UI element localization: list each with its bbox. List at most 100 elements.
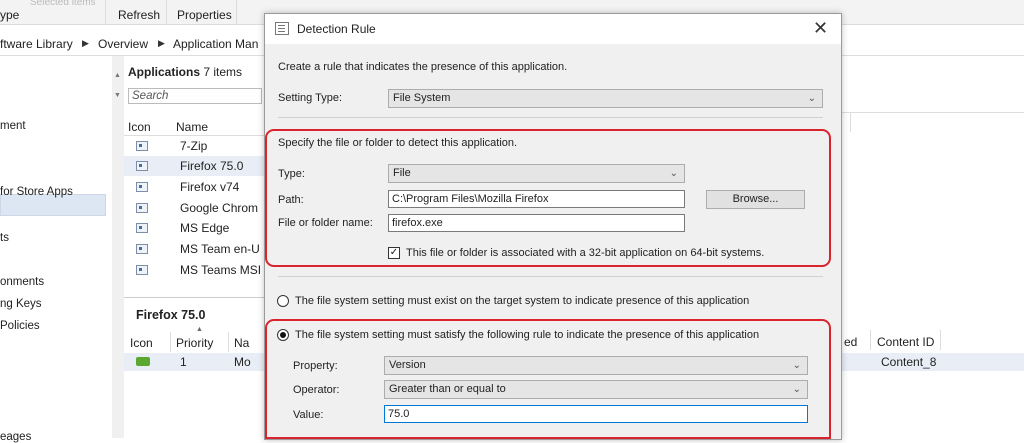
dialog-titlebar[interactable]: Detection Rule ✕ — [265, 14, 841, 44]
column-separator — [940, 330, 941, 350]
setting-type-value: File System — [393, 92, 451, 104]
list-item-name: Firefox 75.0 — [180, 159, 244, 173]
chevron-down-icon: ⌄ — [807, 93, 816, 104]
list-item[interactable]: MS Edge — [124, 218, 264, 238]
application-icon — [136, 182, 148, 192]
column-separator — [850, 112, 851, 132]
breadcrumb-item-overview[interactable]: Overview — [98, 37, 148, 51]
property-value: Version — [389, 359, 426, 371]
nav-item-store-apps[interactable]: for Store Apps — [0, 186, 73, 198]
dialog-intro-text: Create a rule that indicates the presenc… — [278, 61, 568, 73]
ribbon-separator — [166, 0, 167, 24]
list-item[interactable]: 7-Zip — [124, 136, 264, 156]
search-input[interactable]: Search — [128, 88, 262, 104]
right-background-pane: ed Content ID Content_8 — [840, 56, 1024, 438]
filename-label: File or folder name: — [278, 217, 373, 229]
details-column-priority[interactable]: Priority — [176, 336, 213, 350]
chevron-down-icon: ⌄ — [792, 360, 801, 371]
application-icon — [136, 203, 148, 213]
sort-ascending-icon: ▲ — [196, 326, 203, 333]
column-header-content-id[interactable]: Content ID — [877, 335, 934, 349]
list-item-name: MS Teams MSI — [180, 263, 262, 277]
application-icon — [136, 223, 148, 233]
applications-count: 7 items — [203, 65, 243, 79]
list-item[interactable]: MS Teams MSI — [124, 260, 264, 280]
radio-exist[interactable] — [277, 295, 289, 307]
property-dropdown[interactable]: Version ⌄ — [384, 356, 808, 375]
list-item-name: MS Edge — [180, 221, 230, 235]
file-spec-heading: Specify the file or folder to detect thi… — [278, 137, 518, 149]
refresh-button[interactable]: Refresh — [118, 8, 160, 22]
ribbon-partial-item[interactable]: ype — [0, 8, 19, 22]
path-label: Path: — [278, 194, 304, 206]
application-icon — [136, 161, 148, 171]
details-pane: Firefox 75.0 ▲ Icon Priority Na 1 Mo — [124, 297, 264, 439]
radio-rule-label: The file system setting must satisfy the… — [295, 329, 760, 341]
path-input[interactable]: C:\Program Files\Mozilla Firefox — [388, 190, 685, 208]
column-separator — [170, 332, 171, 352]
scroll-down-icon[interactable]: ▼ — [114, 92, 121, 99]
value-label: Value: — [293, 409, 324, 421]
operator-dropdown[interactable]: Greater than or equal to ⌄ — [384, 380, 808, 399]
application-icon — [136, 141, 148, 151]
list-item-name: MS Team en-U — [180, 242, 260, 256]
column-separator — [870, 330, 871, 350]
ribbon-separator — [236, 0, 237, 24]
row-name: Mo — [234, 355, 251, 369]
list-item-selected[interactable]: Firefox 75.0 — [124, 156, 264, 176]
list-item[interactable]: Firefox v74 — [124, 177, 264, 197]
nav-item-ts[interactable]: ts — [0, 232, 9, 244]
breadcrumb-item-application-management[interactable]: Application Man — [173, 37, 258, 51]
column-header-icon[interactable]: Icon — [128, 120, 151, 134]
nav-item-environments[interactable]: onments — [0, 276, 44, 288]
type-label: Type: — [278, 168, 305, 180]
column-separator — [228, 332, 229, 352]
applications-title: Applications 7 items — [128, 65, 242, 79]
content-row[interactable]: Content_8 — [840, 353, 1024, 371]
type-value: File — [393, 167, 411, 179]
list-item[interactable]: Google Chrom — [124, 198, 264, 218]
setting-type-dropdown[interactable]: File System ⌄ — [388, 89, 823, 108]
list-item[interactable]: MS Team en-U — [124, 239, 264, 259]
dialog-window-icon — [275, 22, 289, 35]
column-header-partial[interactable]: ed — [844, 335, 857, 349]
radio-exist-label: The file system setting must exist on th… — [295, 295, 750, 307]
properties-button[interactable]: Properties — [177, 8, 232, 22]
nav-item-management[interactable]: ment — [0, 120, 26, 132]
detection-rule-dialog: Detection Rule ✕ Create a rule that indi… — [264, 13, 842, 440]
section-divider — [278, 117, 823, 118]
scroll-up-icon[interactable]: ▲ — [114, 72, 121, 79]
row-priority: 1 — [180, 355, 187, 369]
value-input[interactable]: 75.0 — [384, 405, 808, 423]
filename-input[interactable]: firefox.exe — [388, 214, 685, 232]
browse-button[interactable]: Browse... — [706, 190, 805, 209]
column-header-name[interactable]: Name — [176, 120, 208, 134]
32bit-checkbox[interactable]: ✓ — [388, 247, 400, 259]
column-header-divider — [840, 112, 1024, 113]
section-divider — [278, 276, 823, 277]
deployment-type-icon — [136, 357, 150, 366]
deployment-type-row[interactable]: 1 Mo — [124, 353, 264, 371]
details-column-icon[interactable]: Icon — [130, 336, 153, 350]
type-dropdown[interactable]: File ⌄ — [388, 164, 685, 183]
chevron-down-icon: ⌄ — [792, 384, 801, 395]
breadcrumb-item-software-library[interactable]: ftware Library — [0, 37, 73, 51]
nav-item-packages[interactable]: eages — [0, 431, 31, 443]
left-navigation: ment for Store Apps ts onments ng Keys P… — [0, 56, 113, 443]
property-label: Property: — [293, 360, 338, 372]
ribbon-group-label: Selected items — [30, 0, 96, 8]
close-button[interactable]: ✕ — [813, 19, 828, 37]
chevron-down-icon: ⌄ — [669, 168, 678, 179]
details-column-name[interactable]: Na — [234, 336, 249, 350]
details-title: Firefox 75.0 — [136, 308, 206, 322]
application-icon — [136, 265, 148, 275]
list-item-name: Google Chrom — [180, 201, 259, 215]
nav-item-signing-keys[interactable]: ng Keys — [0, 298, 42, 310]
applications-title-text: Applications — [128, 65, 201, 79]
dialog-title: Detection Rule — [297, 22, 376, 36]
nav-item-policies[interactable]: Policies — [0, 320, 40, 332]
radio-rule[interactable] — [277, 329, 289, 341]
list-item-name: 7-Zip — [180, 139, 208, 153]
breadcrumb-arrow-icon: ▶ — [158, 38, 165, 48]
list-item-name: Firefox v74 — [180, 180, 240, 194]
